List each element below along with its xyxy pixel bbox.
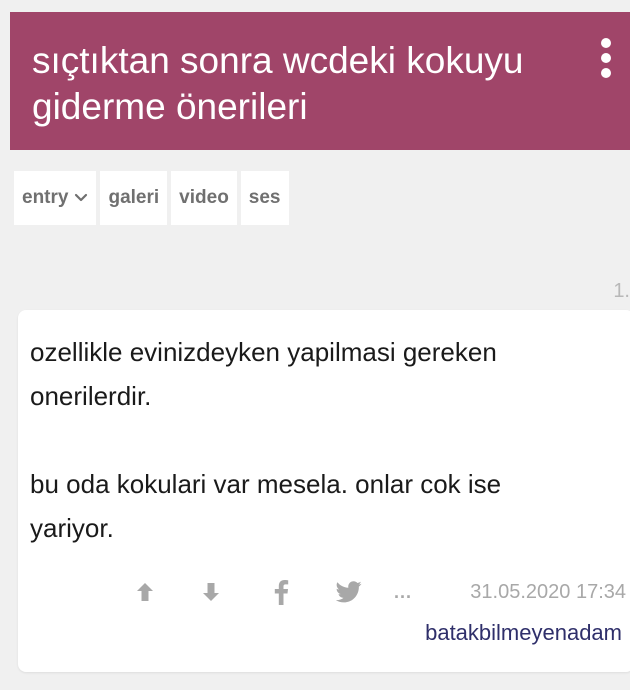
downvote-arrow-icon[interactable] bbox=[196, 577, 226, 607]
content-tabs: entry galeri video ses bbox=[14, 171, 289, 225]
entry-author[interactable]: batakbilmeyenadam bbox=[425, 620, 622, 646]
entry-number[interactable]: 1. bbox=[613, 280, 630, 303]
tab-video[interactable]: video bbox=[171, 171, 237, 225]
entry-paragraph: bu oda kokulari var mesela. onlar cok is… bbox=[30, 469, 502, 543]
tab-entry[interactable]: entry bbox=[14, 171, 97, 225]
facebook-icon[interactable] bbox=[266, 577, 296, 607]
topic-title[interactable]: sıçtıktan sonra wcdeki kokuyu giderme ön… bbox=[32, 38, 552, 130]
upvote-arrow-icon[interactable] bbox=[130, 577, 160, 607]
entry-content: ozellikle evinizdeyken yapilmasi gereken… bbox=[30, 330, 590, 550]
entry-paragraph: ozellikle evinizdeyken yapilmasi gereken… bbox=[30, 337, 497, 411]
topic-header: sıçtıktan sonra wcdeki kokuyu giderme ön… bbox=[10, 12, 630, 150]
entry-card: ozellikle evinizdeyken yapilmasi gereken… bbox=[18, 310, 630, 672]
tab-ses[interactable]: ses bbox=[240, 171, 289, 225]
tab-entry-label: entry bbox=[22, 187, 69, 208]
chevron-down-icon bbox=[75, 193, 88, 202]
tab-galeri[interactable]: galeri bbox=[100, 171, 168, 225]
more-options[interactable]: ... bbox=[394, 582, 412, 603]
entry-footer: ... 31.05.2020 17:34 bbox=[130, 576, 626, 608]
twitter-icon[interactable] bbox=[334, 577, 364, 607]
vertical-ellipsis-icon[interactable] bbox=[600, 38, 612, 78]
entry-date[interactable]: 31.05.2020 17:34 bbox=[470, 581, 626, 604]
